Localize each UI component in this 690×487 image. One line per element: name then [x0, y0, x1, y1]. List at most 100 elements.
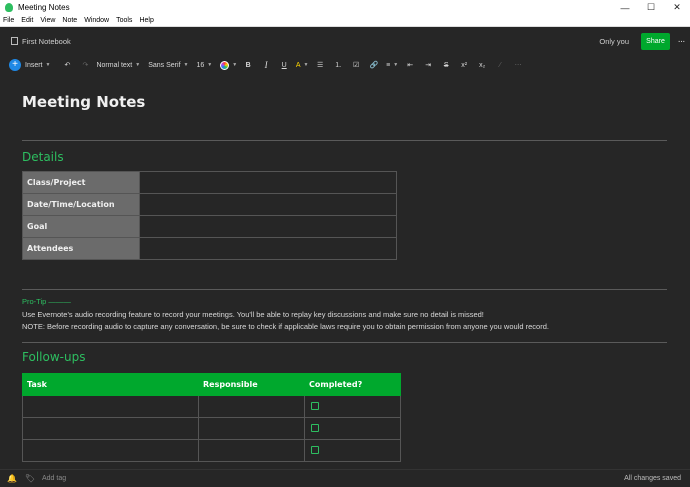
evernote-icon — [5, 3, 13, 12]
maximize-button[interactable]: ☐ — [638, 0, 664, 15]
strikethrough-icon[interactable]: S — [439, 58, 453, 72]
details-value[interactable] — [139, 237, 397, 260]
highlight-button[interactable]: A ▼ — [295, 58, 309, 72]
color-wheel-icon — [220, 60, 230, 70]
table-row: Goal — [22, 215, 397, 238]
font-size-dropdown[interactable]: 16 ▼ — [196, 58, 212, 72]
add-tag-input[interactable]: Add tag — [42, 475, 624, 482]
indent-icon[interactable]: ⇥ — [421, 58, 435, 72]
chevron-down-icon: ▼ — [45, 62, 51, 68]
title-bar: Meeting Notes — ☐ ✕ — [0, 0, 690, 15]
menu-edit[interactable]: Edit — [21, 17, 33, 24]
checklist-icon[interactable]: ☑ — [349, 58, 363, 72]
table-header-row: Task Responsible Completed? — [22, 373, 401, 396]
menu-tools[interactable]: Tools — [116, 17, 132, 24]
checkbox[interactable] — [311, 424, 319, 433]
column-header-completed[interactable]: Completed? — [304, 373, 401, 396]
table-row: Date/Time/Location — [22, 193, 397, 216]
share-button[interactable]: Share — [641, 32, 670, 50]
text-color-button[interactable]: ▼ — [220, 58, 237, 72]
details-label[interactable]: Date/Time/Location — [22, 193, 140, 216]
task-cell[interactable] — [22, 395, 199, 418]
superscript-icon[interactable]: x² — [457, 58, 471, 72]
chevron-down-icon: ▼ — [183, 62, 189, 68]
numbered-list-icon[interactable]: ⒈ — [331, 58, 345, 72]
paragraph-style-dropdown[interactable]: Normal text ▼ — [96, 58, 140, 72]
chevron-down-icon: ▼ — [135, 62, 141, 68]
responsible-cell[interactable] — [198, 439, 305, 462]
plus-icon: + — [9, 59, 21, 71]
responsible-cell[interactable] — [198, 417, 305, 440]
details-label[interactable]: Goal — [22, 215, 140, 238]
note-header: First Notebook Only you Share ··· — [0, 27, 690, 55]
menu-note[interactable]: Note — [62, 17, 77, 24]
responsible-cell[interactable] — [198, 395, 305, 418]
details-value[interactable] — [139, 171, 397, 194]
outdent-icon[interactable]: ⇤ — [403, 58, 417, 72]
details-value[interactable] — [139, 215, 397, 238]
insert-button[interactable]: + Insert ▼ — [9, 59, 50, 71]
bold-icon[interactable]: B — [241, 58, 255, 72]
notebook-selector[interactable]: First Notebook — [22, 37, 599, 46]
menu-view[interactable]: View — [40, 17, 55, 24]
details-label[interactable]: Class/Project — [22, 171, 140, 194]
underline-icon[interactable]: U — [277, 58, 291, 72]
highlight-icon: A — [295, 61, 301, 69]
protip-text: Use Evernote's audio recording feature t… — [22, 309, 484, 319]
more-options-icon[interactable]: ··· — [675, 36, 687, 47]
reminder-icon[interactable]: 🔔 — [6, 474, 18, 483]
protip-block: Pro-Tip ——— Use Evernote's audio recordi… — [22, 296, 549, 334]
chevron-down-icon: ▼ — [393, 62, 399, 68]
checkbox[interactable] — [311, 446, 319, 455]
menu-help[interactable]: Help — [139, 17, 153, 24]
note-footer: 🔔 🏷 Add tag All changes saved — [0, 469, 690, 487]
save-status: All changes saved — [624, 475, 681, 482]
tag-icon[interactable]: 🏷 — [24, 474, 36, 483]
redo-icon[interactable]: ↷ — [78, 58, 92, 72]
checkbox[interactable] — [311, 402, 319, 411]
task-cell[interactable] — [22, 439, 199, 462]
notebook-icon — [11, 37, 18, 45]
sharing-status[interactable]: Only you — [599, 37, 629, 46]
italic-icon[interactable]: I — [259, 58, 273, 72]
menu-bar: File Edit View Note Window Tools Help — [0, 15, 690, 27]
menu-file[interactable]: File — [3, 17, 14, 24]
minimize-button[interactable]: — — [612, 0, 638, 15]
completed-cell — [304, 417, 401, 440]
align-icon: ≡ — [386, 61, 391, 69]
undo-icon[interactable]: ↶ — [60, 58, 74, 72]
table-row — [22, 417, 401, 440]
divider — [22, 140, 667, 141]
clear-formatting-icon[interactable]: ⁄ — [493, 58, 507, 72]
table-row: Class/Project — [22, 171, 397, 194]
formatting-toolbar: + Insert ▼ ↶ ↷ Normal text ▼ Sans Serif ▼ … — [0, 55, 690, 75]
font-dropdown[interactable]: Sans Serif ▼ — [148, 58, 188, 72]
divider — [22, 342, 667, 343]
task-cell[interactable] — [22, 417, 199, 440]
details-table: Class/Project Date/Time/Location Goal At… — [22, 171, 397, 260]
chevron-down-icon: ▼ — [232, 62, 238, 68]
protip-heading: Pro-Tip ——— — [22, 297, 71, 306]
table-row — [22, 439, 401, 462]
note-title[interactable]: Meeting Notes — [22, 93, 145, 111]
subscript-icon[interactable]: x₂ — [475, 58, 489, 72]
more-formatting-icon[interactable]: ⋯ — [511, 58, 525, 72]
details-label[interactable]: Attendees — [22, 237, 140, 260]
bulleted-list-icon[interactable]: ☰ — [313, 58, 327, 72]
completed-cell — [304, 395, 401, 418]
followups-heading: Follow-ups — [22, 350, 86, 364]
font-size-value: 16 — [196, 61, 205, 69]
column-header-responsible[interactable]: Responsible — [198, 373, 305, 396]
divider — [22, 289, 667, 290]
table-row — [22, 395, 401, 418]
chevron-down-icon: ▼ — [207, 62, 213, 68]
menu-window[interactable]: Window — [84, 17, 109, 24]
align-button[interactable]: ≡ ▼ — [385, 58, 399, 72]
link-icon[interactable]: 🔗 — [367, 58, 381, 72]
details-heading: Details — [22, 150, 64, 164]
window-title: Meeting Notes — [18, 3, 70, 12]
chevron-down-icon: ▼ — [303, 62, 309, 68]
close-button[interactable]: ✕ — [664, 0, 690, 15]
details-value[interactable] — [139, 193, 397, 216]
column-header-task[interactable]: Task — [22, 373, 199, 396]
